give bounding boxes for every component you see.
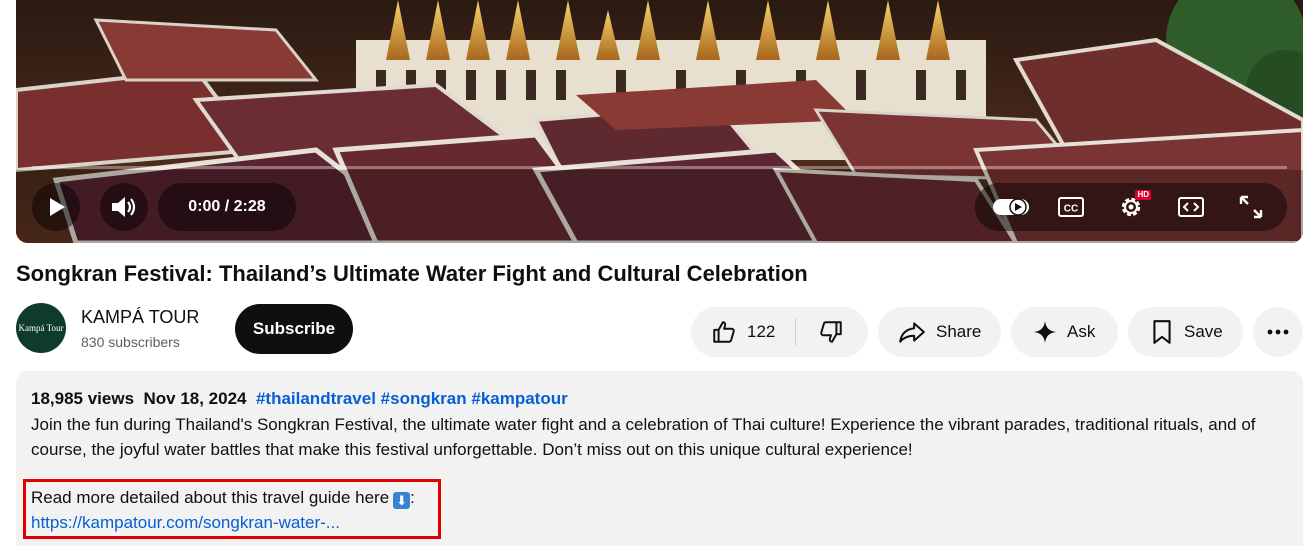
hashtags[interactable]: #thailandtravel #songkran #kampatour [256,389,568,408]
guide-link[interactable]: https://kampatour.com/songkran-water-... [31,513,340,533]
save-label: Save [1184,322,1223,341]
fullscreen-button[interactable] [1221,183,1281,231]
theater-mode-icon [1178,197,1204,217]
like-button[interactable]: 122 [691,307,775,357]
bookmark-icon [1153,320,1171,344]
like-dislike-group: 122 [691,307,868,357]
more-actions-button[interactable] [1253,307,1303,357]
read-more-line: Read more detailed about this travel gui… [31,488,415,509]
captions-button[interactable]: CC [1041,183,1101,231]
ask-label: Ask [1067,322,1096,341]
volume-icon [112,197,136,217]
video-title: Songkran Festival: Thailand’s Ultimate W… [16,261,808,286]
read-more-text: Read more detailed about this travel gui… [31,488,390,507]
down-arrow-icon: ⬇ [393,492,411,509]
description-text: Join the fun during Thailand's Songkran … [31,415,1256,459]
time-display: 0:00 / 2:28 [158,183,296,231]
view-count: 18,985 views [31,389,135,408]
ask-button[interactable]: Ask [1011,307,1118,357]
description-box[interactable]: 18,985 views Nov 18, 2024 #thailandtrave… [16,371,1303,546]
play-icon [50,198,65,216]
dislike-button[interactable] [796,307,844,357]
save-button[interactable]: Save [1128,307,1243,357]
video-player[interactable]: 0:00 / 2:28 CC HD [16,0,1303,243]
read-more-suffix: : [410,488,415,507]
theater-mode-button[interactable] [1161,183,1221,231]
captions-icon: CC [1058,197,1084,217]
subscriber-count: 830 subscribers [81,334,180,350]
share-icon [899,322,925,343]
subscribe-button[interactable]: Subscribe [235,304,353,354]
autoplay-toggle-icon [993,198,1029,216]
sparkle-icon [1034,321,1056,343]
upload-date: Nov 18, 2024 [143,389,247,408]
volume-button[interactable] [100,183,148,231]
avatar-logo-text: Kampá Tour [18,323,64,333]
fullscreen-icon [1239,195,1263,219]
hd-badge: HD [1135,190,1151,200]
channel-avatar[interactable]: Kampá Tour [16,303,66,353]
share-label: Share [936,322,982,341]
like-count: 122 [747,322,776,341]
thumbs-up-icon [713,321,735,343]
more-horizontal-icon [1267,329,1289,335]
player-right-controls: CC HD [975,183,1287,231]
video-meta: 18,985 views Nov 18, 2024 #thailandtrave… [31,389,568,409]
channel-name[interactable]: KAMPÁ TOUR [81,307,199,328]
progress-bar[interactable] [32,166,1287,169]
share-button[interactable]: Share [878,307,1001,357]
play-button[interactable] [32,183,80,231]
thumbs-down-icon [820,321,843,343]
svg-text:CC: CC [1064,204,1078,215]
settings-button[interactable]: HD [1101,183,1161,231]
autoplay-toggle[interactable] [981,183,1041,231]
